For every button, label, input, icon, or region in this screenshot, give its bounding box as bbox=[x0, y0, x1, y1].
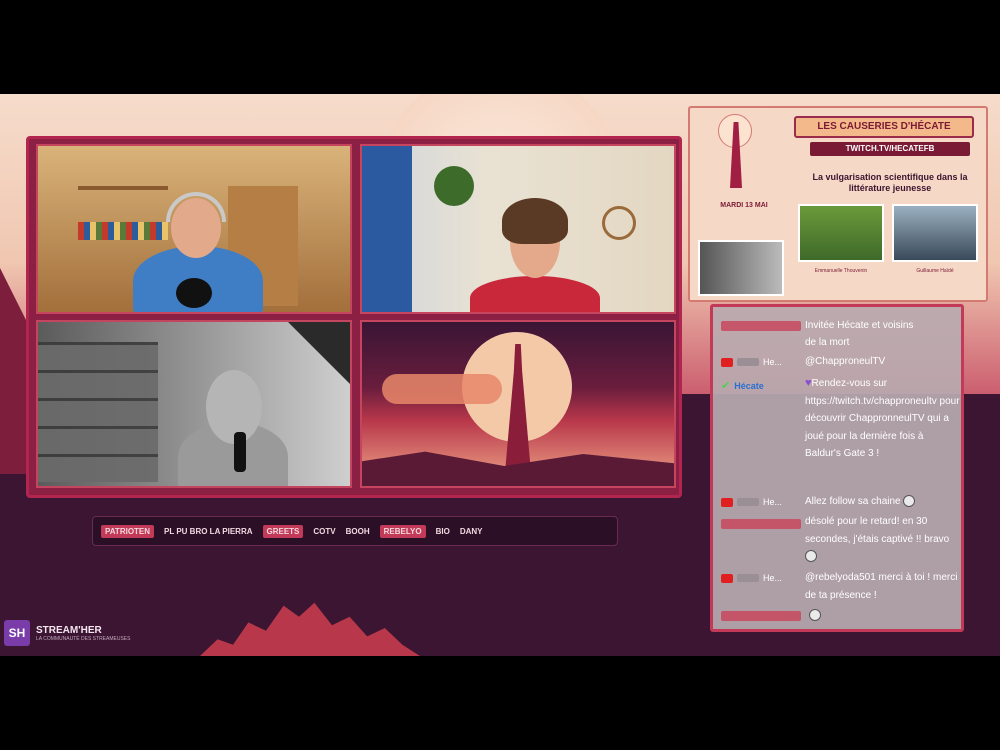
headphones-icon bbox=[166, 192, 226, 222]
letterbox-bottom bbox=[0, 656, 1000, 750]
bookshelf bbox=[38, 342, 158, 482]
emote-icon bbox=[805, 550, 817, 563]
chat-message: @ChapproneulTV bbox=[805, 356, 886, 367]
chat-badge bbox=[737, 574, 759, 582]
cloud bbox=[382, 374, 502, 404]
promo-topic: La vulgarisation scientifique dans la li… bbox=[812, 172, 968, 193]
bookshelf bbox=[78, 186, 168, 190]
chat-author: He... bbox=[763, 357, 783, 367]
chat-author: Hécate bbox=[734, 380, 764, 391]
streamher-logo-icon: SH bbox=[4, 620, 30, 646]
chat-message: ♥Rendez-vous sur https://twitch.tv/chapp… bbox=[805, 375, 961, 463]
emote-icon bbox=[903, 495, 916, 508]
guest-caption-1: Emmanuelle Thouvenin bbox=[814, 268, 868, 274]
chat-message: @rebelyoda501 merci à toi ! merci de ta … bbox=[805, 572, 958, 601]
brand: SH STREAM'HER LA COMMUNAUTÉ DES STREAMEU… bbox=[4, 620, 130, 646]
chat-meta: He... bbox=[721, 357, 782, 367]
emote-icon bbox=[809, 609, 821, 621]
chat-username bbox=[721, 611, 801, 621]
person-body bbox=[470, 276, 600, 312]
video-cell-hecate-artwork[interactable] bbox=[360, 320, 676, 488]
chat-author: He... bbox=[763, 573, 783, 583]
ticker-item: REBELYO bbox=[379, 524, 426, 538]
roof-window bbox=[288, 322, 350, 392]
chat-meta: ✔ Hécate bbox=[721, 379, 764, 392]
letterbox-top bbox=[0, 0, 1000, 94]
promo-twitch-link: TWITCH.TV/HECATEFB bbox=[810, 142, 970, 156]
window-curtain bbox=[362, 146, 412, 312]
video-cell-guest-1[interactable] bbox=[36, 144, 352, 314]
chat-username bbox=[721, 519, 801, 529]
hanging-plant bbox=[434, 166, 474, 206]
wall-decoration bbox=[602, 206, 636, 240]
ticker-item: COTV bbox=[313, 526, 336, 536]
youtube-icon bbox=[721, 573, 733, 583]
youtube-icon bbox=[721, 497, 733, 507]
chat-panel[interactable]: Invitée Hécate et voisins de la mort He.… bbox=[710, 304, 964, 632]
youtube-icon bbox=[721, 357, 733, 367]
ticker-item: BOOH bbox=[345, 526, 370, 536]
chat-message-text: désolé pour le retard! en 30 secondes, j… bbox=[805, 516, 950, 545]
chat-message: de la mort bbox=[805, 337, 850, 348]
brand-tagline: LA COMMUNAUTÉ DES STREAMEUSES bbox=[36, 635, 131, 642]
books bbox=[78, 222, 168, 240]
chat-message: désolé pour le retard! en 30 secondes, j… bbox=[805, 513, 961, 566]
event-promo-card: LES CAUSERIES D'HÉCATE TWITCH.TV/HECATEF… bbox=[688, 106, 988, 302]
microphone-icon bbox=[234, 432, 246, 472]
person-hair bbox=[502, 198, 568, 244]
ticker-item: DANY bbox=[459, 526, 483, 536]
guest-photo-1 bbox=[798, 204, 884, 262]
check-icon: ✔ bbox=[721, 380, 731, 392]
ticker-item: PL PU BRO LA PIERRA bbox=[164, 526, 253, 536]
promo-title: LES CAUSERIES D'HÉCATE bbox=[794, 116, 974, 138]
chat-message: Allez follow sa chaine bbox=[805, 493, 961, 511]
guest-caption-2: Guillaume Haïdé bbox=[916, 268, 954, 274]
promo-date: MARDI 13 MAI bbox=[720, 202, 768, 209]
chat-author: He... bbox=[763, 497, 783, 507]
chat-message-text: Rendez-vous sur https://twitch.tv/chappr… bbox=[805, 378, 960, 459]
ticker-item: GREETS bbox=[262, 524, 304, 538]
microphone-icon bbox=[176, 278, 212, 308]
chat-meta: He... bbox=[721, 573, 782, 583]
ticker-item: PATRIOTEN bbox=[101, 524, 155, 538]
chat-badge bbox=[737, 498, 759, 506]
chat-username bbox=[721, 321, 801, 331]
brand-name: STREAM'HER bbox=[36, 624, 102, 636]
host-photo bbox=[698, 240, 784, 296]
video-cell-guest-2[interactable] bbox=[360, 144, 676, 314]
ticker-item: BIO bbox=[435, 526, 450, 536]
chat-message: Invitée Hécate et voisins bbox=[805, 320, 914, 331]
hecate-illustration bbox=[704, 112, 764, 192]
viewer-ticker: PATRIOTEN PL PU BRO LA PIERRA GREETS COT… bbox=[92, 516, 618, 546]
chat-badge bbox=[737, 358, 759, 366]
chat-meta: He... bbox=[721, 497, 782, 507]
video-cell-guest-3[interactable] bbox=[36, 320, 352, 488]
chat-message-text: Allez follow sa chaine bbox=[805, 496, 901, 507]
guest-photo-2 bbox=[892, 204, 978, 262]
